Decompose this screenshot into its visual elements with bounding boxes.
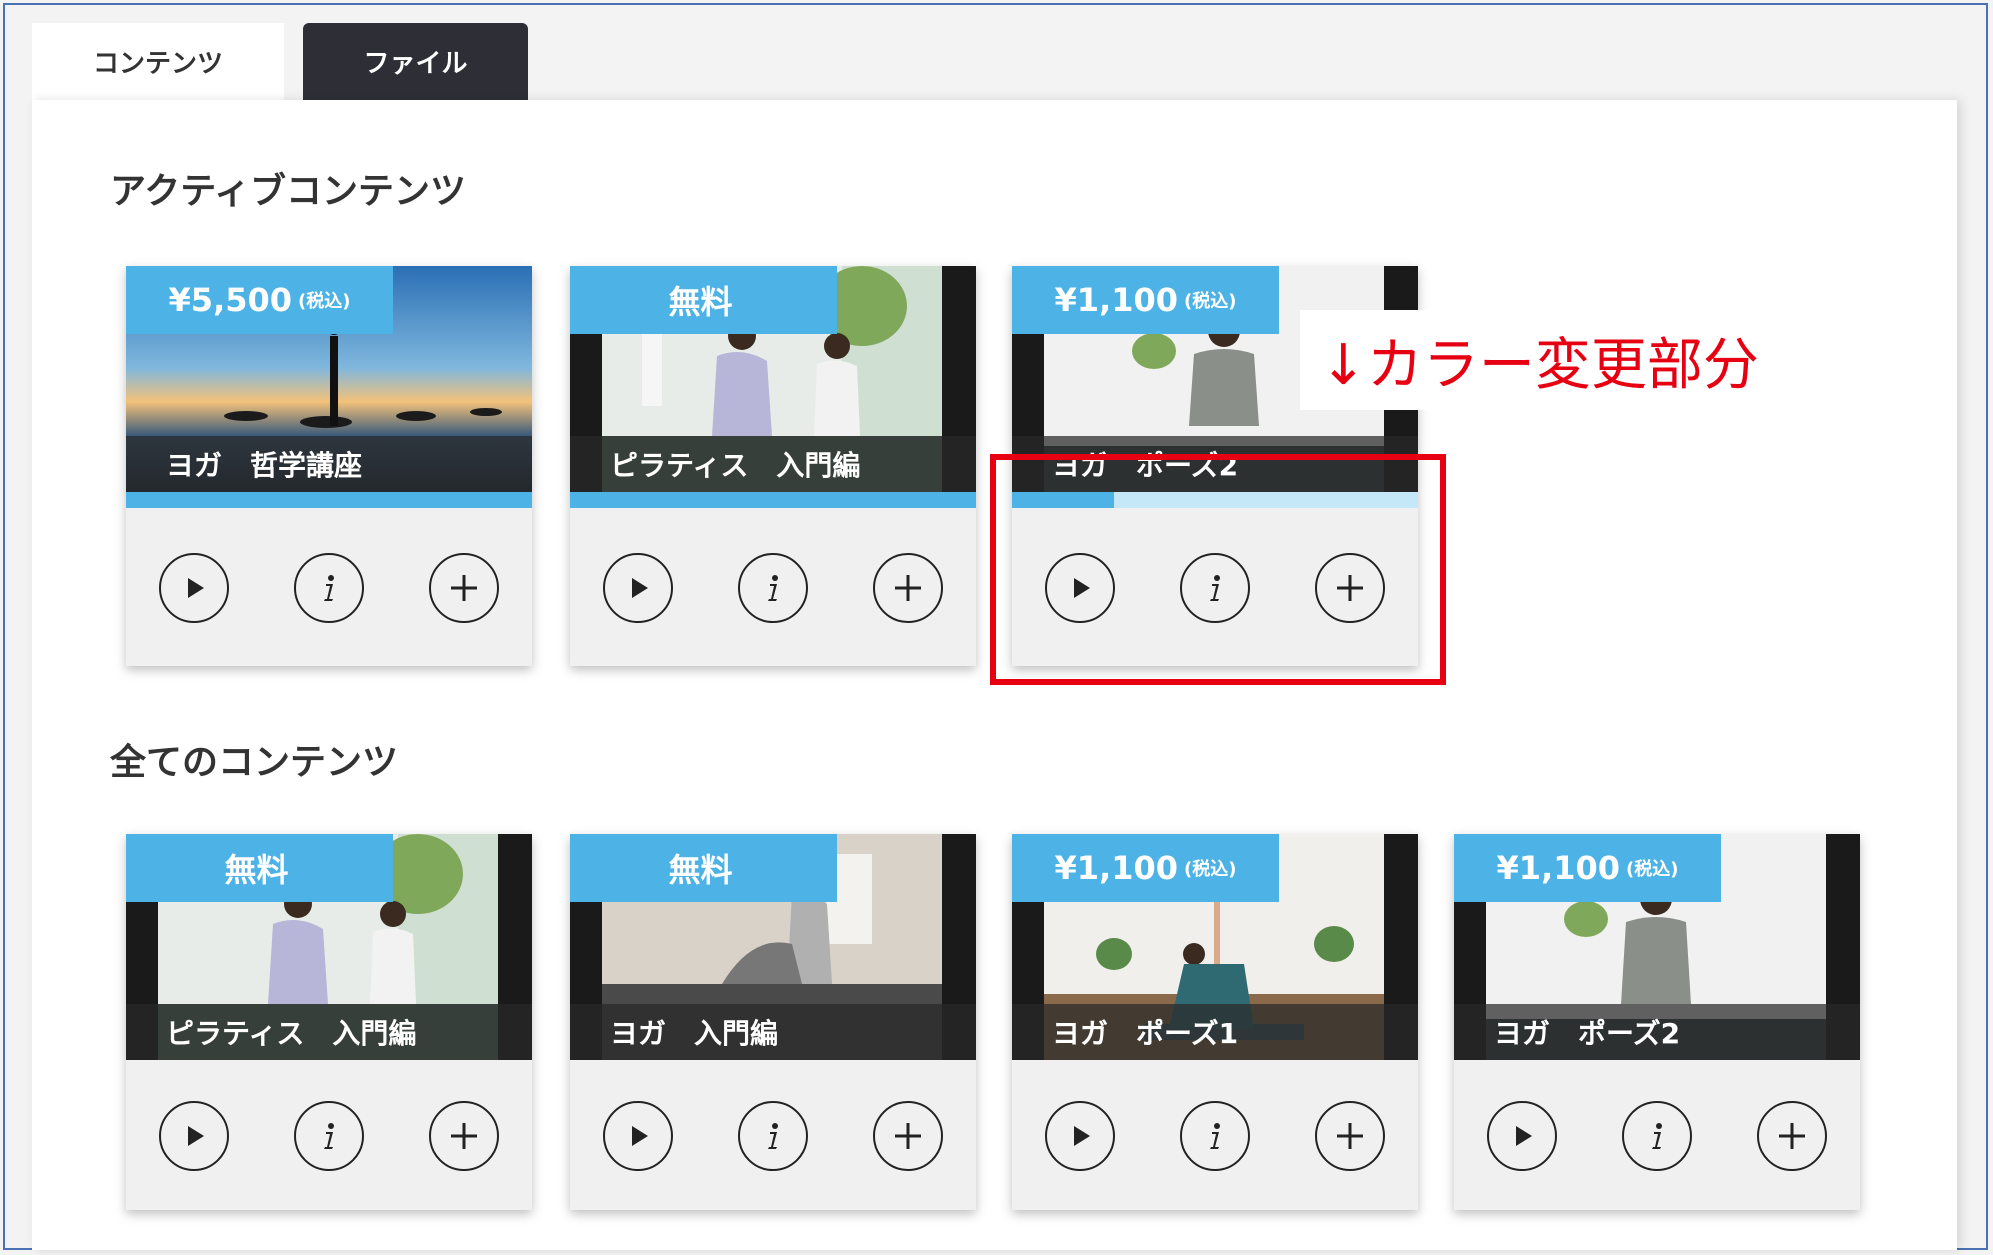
content-card[interactable]: 無料 ピラティス 入門編 bbox=[126, 834, 532, 1210]
plus-icon bbox=[451, 1123, 478, 1149]
thumbnail: ¥1,100 (税込) ヨガ ポーズ2 bbox=[1454, 834, 1860, 1060]
add-button[interactable] bbox=[429, 1101, 500, 1171]
price-badge: ¥1,100 (税込) bbox=[1454, 834, 1721, 902]
thumbnail: 無料 ピラティス 入門編 bbox=[126, 834, 532, 1060]
plus-icon bbox=[895, 575, 922, 601]
content-card[interactable]: 無料 ピラティス 入門編 bbox=[570, 266, 976, 666]
play-button[interactable] bbox=[1486, 1101, 1557, 1171]
thumbnail: 無料 ピラティス 入門編 bbox=[570, 266, 976, 492]
price-badge: 無料 bbox=[570, 834, 837, 902]
play-icon bbox=[187, 578, 204, 598]
thumbnail: ¥5,500 (税込) ヨガ 哲学講座 bbox=[126, 266, 532, 492]
info-button[interactable] bbox=[737, 553, 808, 623]
info-button[interactable] bbox=[1621, 1101, 1692, 1171]
add-button[interactable] bbox=[1315, 1101, 1386, 1171]
info-icon bbox=[1209, 1123, 1220, 1149]
info-button[interactable] bbox=[1179, 1101, 1250, 1171]
annotation-label: ↓カラー変更部分 bbox=[1300, 310, 1779, 410]
price-badge: ¥5,500 (税込) bbox=[126, 266, 393, 334]
play-button[interactable] bbox=[1044, 1101, 1115, 1171]
card-title: ヨガ ポーズ1 bbox=[1012, 1004, 1418, 1060]
play-icon bbox=[1073, 1126, 1090, 1146]
content-card[interactable]: ¥5,500 (税込) ヨガ 哲学講座 bbox=[126, 266, 532, 666]
price-badge: ¥1,100 (税込) bbox=[1012, 266, 1279, 334]
play-icon bbox=[631, 578, 648, 598]
play-icon bbox=[1515, 1126, 1532, 1146]
all-contents-heading: 全てのコンテンツ bbox=[110, 742, 399, 783]
card-title: ヨガ 入門編 bbox=[570, 1004, 976, 1060]
plus-icon bbox=[1337, 1123, 1364, 1149]
play-button[interactable] bbox=[158, 553, 229, 623]
content-card[interactable]: ¥1,100 (税込) ヨガ ポーズ2 bbox=[1454, 834, 1860, 1210]
progress-bar bbox=[570, 492, 976, 508]
add-button[interactable] bbox=[1757, 1101, 1828, 1171]
add-button[interactable] bbox=[873, 553, 944, 623]
info-icon bbox=[323, 1123, 334, 1149]
play-icon bbox=[631, 1126, 648, 1146]
plus-icon bbox=[1779, 1123, 1806, 1149]
play-button[interactable] bbox=[602, 553, 673, 623]
thumbnail: ¥1,100 (税込) ヨガ ポーズ1 bbox=[1012, 834, 1418, 1060]
play-button[interactable] bbox=[602, 1101, 673, 1171]
info-icon bbox=[767, 1123, 778, 1149]
price-badge: 無料 bbox=[126, 834, 393, 902]
info-icon bbox=[767, 575, 778, 601]
progress-bar bbox=[126, 492, 532, 508]
active-contents-heading: アクティブコンテンツ bbox=[110, 171, 467, 212]
add-button[interactable] bbox=[429, 553, 500, 623]
card-title: ヨガ 哲学講座 bbox=[126, 436, 532, 492]
thumbnail: 無料 ヨガ 入門編 bbox=[570, 834, 976, 1060]
annotation-highlight-box bbox=[990, 454, 1446, 685]
info-icon bbox=[323, 575, 334, 601]
plus-icon bbox=[451, 575, 478, 601]
card-title: ヨガ ポーズ2 bbox=[1454, 1004, 1860, 1060]
content-card[interactable]: ¥1,100 (税込) ヨガ ポーズ1 bbox=[1012, 834, 1418, 1210]
price-badge: 無料 bbox=[570, 266, 837, 334]
info-button[interactable] bbox=[293, 553, 364, 623]
info-icon bbox=[1651, 1123, 1662, 1149]
card-title: ピラティス 入門編 bbox=[126, 1004, 532, 1060]
add-button[interactable] bbox=[873, 1101, 944, 1171]
card-title: ピラティス 入門編 bbox=[570, 436, 976, 492]
content-card[interactable]: 無料 ヨガ 入門編 bbox=[570, 834, 976, 1210]
price-badge: ¥1,100 (税込) bbox=[1012, 834, 1279, 902]
info-button[interactable] bbox=[293, 1101, 364, 1171]
play-button[interactable] bbox=[158, 1101, 229, 1171]
play-icon bbox=[187, 1126, 204, 1146]
tab-files[interactable]: ファイル bbox=[303, 23, 528, 100]
plus-icon bbox=[895, 1123, 922, 1149]
info-button[interactable] bbox=[737, 1101, 808, 1171]
tab-contents[interactable]: コンテンツ bbox=[32, 23, 284, 100]
